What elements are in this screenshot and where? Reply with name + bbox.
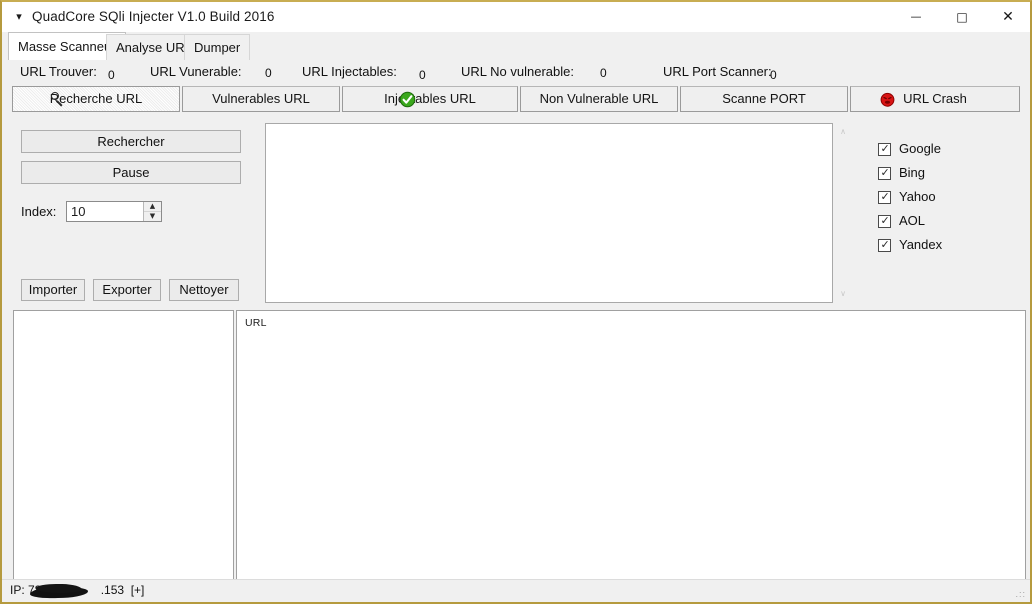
status-ip-suffix: .153 <box>100 583 125 597</box>
counter-value-url-trouver: 0 <box>108 68 115 82</box>
action-injectables-url[interactable]: Injectables URL <box>342 86 518 112</box>
index-label: Index: <box>21 204 57 219</box>
counter-label-url-no-vulnerable: URL No vulnerable: <box>461 64 574 79</box>
checkbox-yahoo[interactable]: ✓ <box>878 191 891 204</box>
check-icon: ✓ <box>880 166 890 179</box>
rechercher-button[interactable]: Rechercher <box>21 130 241 153</box>
search-engine-list: ✓ Google ✓ Bing ✓ Yahoo ✓ AOL ✓ Yandex <box>878 140 1018 260</box>
action-button-bar: Recherche URL Vulnerables URL Injectable… <box>2 86 1030 115</box>
action-scanne-port[interactable]: Scanne PORT <box>680 86 848 112</box>
url-column-header[interactable]: URL <box>245 317 267 329</box>
counter-value-url-no-vulnerable: 0 <box>600 66 607 80</box>
check-icon: ✓ <box>880 142 890 155</box>
counter-value-url-vunerable: 0 <box>265 66 272 80</box>
action-vulnerables-url-label: Vulnerables URL <box>212 91 310 106</box>
action-recherche-url[interactable]: Recherche URL <box>12 86 180 112</box>
nettoyer-button[interactable]: Nettoyer <box>169 279 239 301</box>
log-textarea[interactable] <box>265 123 833 303</box>
tab-strip: Masse Scanneur Analyse URL Dumper <box>2 32 1030 61</box>
check-icon: ✓ <box>880 190 890 203</box>
index-input[interactable]: 10 <box>71 204 139 220</box>
magnifier-icon <box>49 91 66 108</box>
maximize-icon: □ <box>956 10 968 24</box>
status-ip-expand[interactable]: [+] <box>131 583 145 597</box>
engine-checkbox-aol[interactable]: ✓ AOL <box>878 212 1018 236</box>
action-injectables-url-label: Injectables URL <box>384 91 476 106</box>
engine-label-bing: Bing <box>899 165 926 180</box>
maximize-button[interactable]: □ <box>939 2 985 32</box>
counters-row: URL Trouver: 0 URL Vunerable: 0 URL Inje… <box>2 60 1030 86</box>
engine-label-yahoo: Yahoo <box>899 189 936 204</box>
engine-checkbox-google[interactable]: ✓ Google <box>878 140 1018 164</box>
scroll-up-icon[interactable]: ∧ <box>835 124 851 140</box>
counter-label-url-vunerable: URL Vunerable: <box>150 64 242 79</box>
spinner-up-icon[interactable]: ▲ <box>144 202 161 212</box>
importer-button[interactable]: Importer <box>21 279 85 301</box>
counter-label-url-injectables: URL Injectables: <box>302 64 397 79</box>
log-scrollbar[interactable]: ∧ ∨ <box>834 123 850 303</box>
pause-button[interactable]: Pause <box>21 161 241 184</box>
counter-value-url-port-scanner: 0 <box>770 68 777 82</box>
application-window: ▾ QuadCore SQli Injecter V1.0 Build 2016… <box>0 0 1032 604</box>
scroll-down-icon[interactable]: ∨ <box>835 286 851 302</box>
close-button[interactable]: ✕ <box>985 2 1030 32</box>
green-check-circle-icon <box>399 91 416 108</box>
engine-checkbox-bing[interactable]: ✓ Bing <box>878 164 1018 188</box>
action-vulnerables-url[interactable]: Vulnerables URL <box>182 86 340 112</box>
chevron-down-icon: ▾ <box>16 11 22 23</box>
action-scanne-port-label: Scanne PORT <box>722 91 806 106</box>
index-spinner[interactable]: 10 ▲ ▼ <box>66 201 162 222</box>
engine-label-aol: AOL <box>899 213 926 228</box>
close-icon: ✕ <box>1002 9 1014 25</box>
checkbox-aol[interactable]: ✓ <box>878 215 891 228</box>
checkbox-google[interactable]: ✓ <box>878 143 891 156</box>
engine-label-google: Google <box>899 141 941 156</box>
checkbox-yandex[interactable]: ✓ <box>878 239 891 252</box>
engine-checkbox-yandex[interactable]: ✓ Yandex <box>878 236 1018 260</box>
engine-label-yandex: Yandex <box>899 237 943 252</box>
index-spinner-buttons: ▲ ▼ <box>143 202 161 221</box>
counter-label-url-trouver: URL Trouver: <box>20 64 97 79</box>
window-title: QuadCore SQli Injecter V1.0 Build 2016 <box>32 9 275 24</box>
action-url-crash[interactable]: URL Crash <box>850 86 1020 112</box>
exporter-button[interactable]: Exporter <box>93 279 161 301</box>
keywords-listbox[interactable] <box>13 310 234 580</box>
check-icon: ✓ <box>880 214 890 227</box>
status-bar: IP: 78. .153 [+] .:: <box>2 579 1030 602</box>
spinner-down-icon[interactable]: ▼ <box>144 212 161 221</box>
url-results-listview[interactable]: URL <box>236 310 1026 580</box>
action-url-crash-label: URL Crash <box>903 91 967 106</box>
action-non-vulnerable-url-label: Non Vulnerable URL <box>539 91 659 106</box>
red-crash-face-icon <box>879 91 896 108</box>
counter-value-url-injectables: 0 <box>419 68 426 82</box>
engine-checkbox-yahoo[interactable]: ✓ Yahoo <box>878 188 1018 212</box>
action-non-vulnerable-url[interactable]: Non Vulnerable URL <box>520 86 678 112</box>
title-bar: ▾ QuadCore SQli Injecter V1.0 Build 2016… <box>2 2 1030 33</box>
checkbox-bing[interactable]: ✓ <box>878 167 891 180</box>
check-icon: ✓ <box>880 238 890 251</box>
resize-grip-icon[interactable]: .:: <box>1015 589 1026 599</box>
minimize-icon: — <box>910 10 922 23</box>
minimize-button[interactable]: — <box>893 2 939 32</box>
counter-label-url-port-scanner: URL Port Scanner: <box>663 64 772 79</box>
tab-dumper[interactable]: Dumper <box>184 34 251 60</box>
